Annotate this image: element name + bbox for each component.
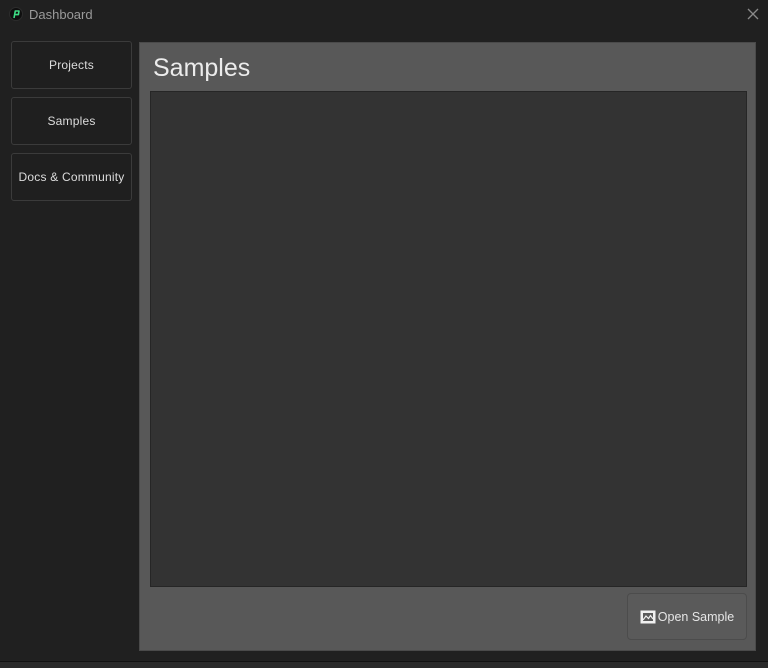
- samples-panel: Samples Open Sample: [139, 42, 756, 651]
- samples-list[interactable]: [150, 91, 747, 587]
- open-sample-button[interactable]: Open Sample: [627, 593, 747, 640]
- page-title: Samples: [153, 54, 251, 82]
- open-sample-label: Open Sample: [657, 609, 735, 624]
- sidebar-item-samples[interactable]: Samples: [11, 97, 132, 145]
- sidebar-item-label: Docs & Community: [18, 170, 125, 184]
- title-bar: Dashboard: [0, 0, 768, 30]
- sidebar-item-label: Samples: [47, 114, 96, 128]
- sidebar-item-projects[interactable]: Projects: [11, 41, 132, 89]
- chart-image-icon: [640, 610, 656, 624]
- dashboard-window: Dashboard Projects Samples Docs & Commun…: [0, 0, 768, 662]
- background-strip: [0, 662, 768, 668]
- window-title: Dashboard: [29, 7, 93, 22]
- sidebar-item-label: Projects: [49, 58, 94, 72]
- app-logo-icon: [9, 7, 23, 21]
- close-icon[interactable]: [743, 4, 763, 24]
- sidebar-item-docs-community[interactable]: Docs & Community: [11, 153, 132, 201]
